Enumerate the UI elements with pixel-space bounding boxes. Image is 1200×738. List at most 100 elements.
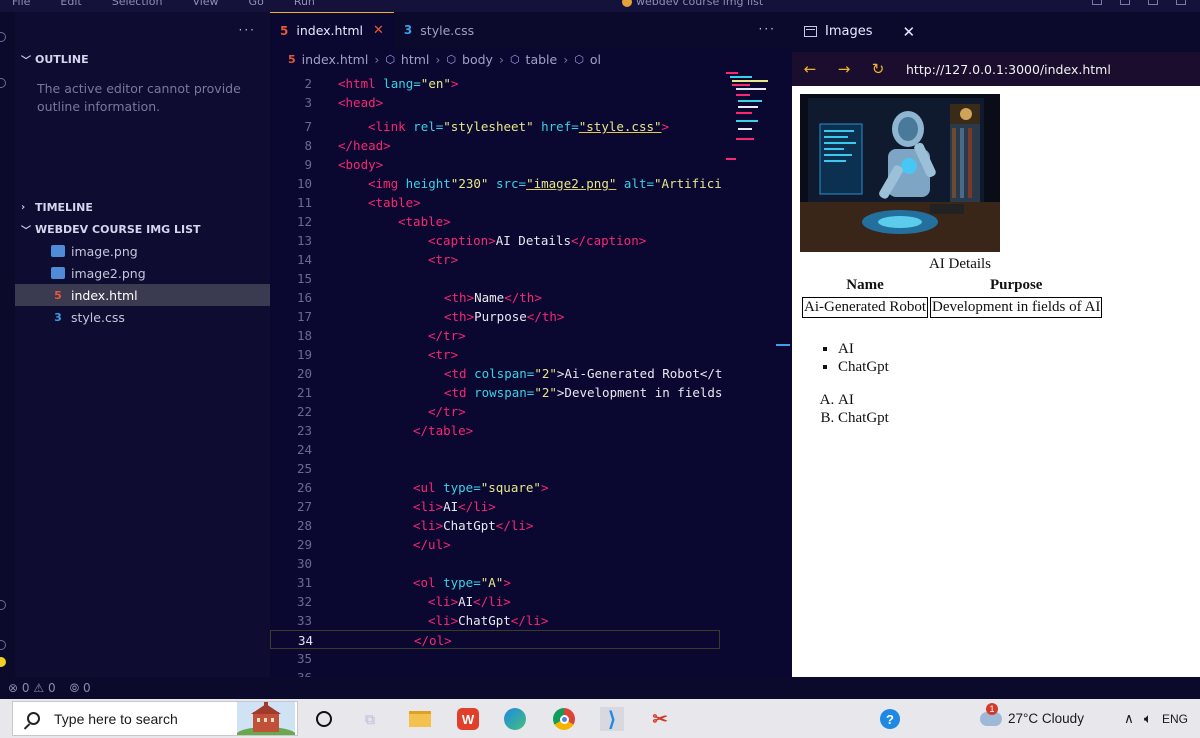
menu-bar: File Edit Selection View Go Run <box>12 0 315 8</box>
browser-navbar: ← → ↻ http://127.0.0.1:3000/index.html <box>792 52 1200 86</box>
scrollbar-marker[interactable] <box>776 344 790 346</box>
warning-icon: ⚠ <box>33 681 45 695</box>
timeline-section-header[interactable]: › TIMELINE <box>15 196 270 218</box>
html-file-icon: 5 <box>280 23 289 38</box>
editor-more-button[interactable]: ··· <box>759 22 776 36</box>
breadcrumb-item[interactable]: table <box>526 52 558 67</box>
outline-section-header[interactable]: ﹀ OUTLINE <box>15 48 270 70</box>
menu-go[interactable]: Go <box>249 0 264 8</box>
snipping-tool-icon[interactable]: ✂ <box>648 707 672 731</box>
layout-toggle-icon[interactable] <box>1148 0 1158 5</box>
url-input[interactable]: http://127.0.0.1:3000/index.html <box>902 59 1115 79</box>
rendered-page: AI Details Name Purpose Ai-Generated Rob… <box>792 86 1200 677</box>
breadcrumb-item[interactable]: body <box>462 52 493 67</box>
ports-indicator[interactable]: ⦾ 0 <box>70 681 91 696</box>
code-line: 7 <link rel="stylesheet" href="style.css"… <box>270 117 720 136</box>
language-indicator[interactable]: ENG <box>1162 712 1188 726</box>
robot-image <box>800 94 1000 252</box>
account-icon[interactable] <box>0 600 6 610</box>
chevron-up-icon[interactable]: ∧ <box>1124 711 1134 727</box>
line-number: 35 <box>296 651 312 666</box>
weather-widget[interactable]: 1 27°C Cloudy <box>980 702 1084 726</box>
menu-file[interactable]: File <box>12 0 30 8</box>
close-icon[interactable]: ✕ <box>373 23 384 38</box>
search-highlight-icon <box>236 702 296 738</box>
reload-icon[interactable]: ↻ <box>868 60 888 78</box>
explorer-section-header[interactable]: ﹀ WEBDEV COURSE IMG LIST <box>15 218 270 240</box>
menu-selection[interactable]: Selection <box>112 0 163 8</box>
layout-toggle-icon[interactable] <box>1092 0 1102 5</box>
code-line: 29 </ul> <box>270 535 720 554</box>
breadcrumb-item[interactable]: index.html <box>302 52 369 67</box>
task-view-icon[interactable]: ⧉ <box>358 707 382 731</box>
window-title[interactable]: webdev course img list <box>622 0 763 8</box>
menu-view[interactable]: View <box>192 0 218 8</box>
line-number: 14 <box>296 252 312 267</box>
line-number: 2 <box>304 76 312 91</box>
menu-run[interactable]: Run <box>294 0 315 8</box>
line-number: 25 <box>296 461 312 476</box>
line-number: 28 <box>296 518 312 533</box>
breadcrumb-item[interactable]: html <box>401 52 429 67</box>
title-bar: File Edit Selection View Go Run webdev c… <box>0 0 1200 12</box>
line-number: 22 <box>296 404 312 419</box>
cortana-icon[interactable] <box>312 707 336 731</box>
code-line: 23 </table> <box>270 421 720 440</box>
code-text: <link rel="stylesheet" href="style.css"> <box>368 119 670 134</box>
layout-toggle-icon[interactable] <box>1120 0 1130 5</box>
forward-arrow-icon[interactable]: → <box>834 60 854 78</box>
tab-index-html[interactable]: 5 index.html ✕ <box>270 12 394 48</box>
minimap[interactable] <box>726 72 784 162</box>
tab-style-css[interactable]: 3 style.css <box>394 12 484 48</box>
back-arrow-icon[interactable]: ← <box>800 60 820 78</box>
table-cell: Development in fields of AI <box>930 297 1103 318</box>
file-item-image-png[interactable]: image.png <box>15 240 270 262</box>
help-icon[interactable]: ? <box>878 707 902 731</box>
layout-customize-icon[interactable] <box>1176 0 1186 5</box>
settings-icon[interactable] <box>0 640 6 650</box>
taskbar-search-input[interactable]: Type here to search <box>12 701 298 738</box>
code-line: 21 <td rowspan="2">Development in fields <box>270 383 723 402</box>
vscode-icon[interactable]: ⟩ <box>600 707 624 731</box>
window-controls <box>1092 0 1186 5</box>
edge-browser-icon[interactable] <box>503 707 527 731</box>
code-text: <th>Name</th> <box>444 290 542 305</box>
editor-tabs: 5 index.html ✕ 3 style.css ··· <box>270 12 792 48</box>
problems-indicator[interactable]: ⊗ 0 ⚠ 0 <box>8 681 56 695</box>
file-item-index-html[interactable]: 5 index.html <box>15 284 270 306</box>
code-line: 24 <box>270 440 720 459</box>
chevron-right-icon: › <box>435 51 441 67</box>
line-number: 8 <box>304 138 312 153</box>
breadcrumb-item[interactable]: ol <box>590 52 601 67</box>
code-line: 36 <box>270 668 720 677</box>
chrome-browser-icon[interactable] <box>552 707 576 731</box>
line-number: 32 <box>296 594 312 609</box>
tab-images[interactable]: Images ✕ <box>792 12 928 52</box>
explorer-icon[interactable] <box>0 32 6 42</box>
search-icon[interactable] <box>0 78 6 88</box>
broadcast-icon: ⦾ <box>69 680 80 695</box>
line-number: 29 <box>296 537 312 552</box>
code-text: <tr> <box>428 347 459 362</box>
code-line: 17 <th>Purpose</th> <box>270 307 720 326</box>
volume-icon[interactable]: 🔈︎ <box>1144 711 1152 727</box>
line-number: 7 <box>304 119 312 134</box>
wps-office-icon[interactable]: W <box>456 707 480 731</box>
code-text: </tr> <box>428 328 466 343</box>
sidebar-more-button[interactable]: ··· <box>15 12 270 48</box>
file-item-image2-png[interactable]: image2.png <box>15 262 270 284</box>
file-explorer-icon[interactable] <box>408 707 432 731</box>
close-icon[interactable]: ✕ <box>903 23 916 41</box>
code-line: 22 </tr> <box>270 402 720 421</box>
code-line: 15 <box>270 269 720 288</box>
file-item-style-css[interactable]: 3 style.css <box>15 306 270 328</box>
browser-preview: Images ✕ ← → ↻ http://127.0.0.1:3000/ind… <box>792 12 1200 677</box>
image-file-icon <box>51 267 65 279</box>
line-number: 12 <box>296 214 312 229</box>
code-text: </table> <box>413 423 474 438</box>
notification-badge: 1 <box>986 702 998 715</box>
line-number: 15 <box>296 271 312 286</box>
list-item: ChatGpt <box>838 358 889 376</box>
menu-edit[interactable]: Edit <box>60 0 81 8</box>
line-number: 10 <box>296 176 312 191</box>
